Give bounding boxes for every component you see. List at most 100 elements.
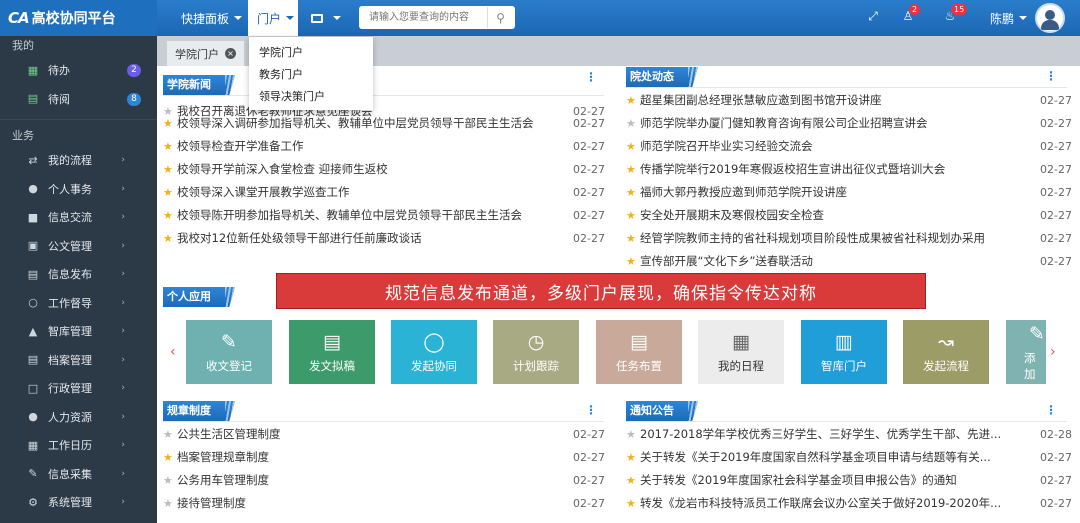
sidebar-item-info-publish[interactable]: ▤ 信息发布 › — [0, 260, 157, 289]
more-icon[interactable]: ⋮ — [1045, 69, 1057, 83]
archive-icon: ▤ — [27, 353, 39, 367]
sidebar-item-todo[interactable]: ▦ 待办 2 — [0, 56, 157, 85]
monitor-icon — [311, 13, 323, 23]
list-item[interactable]: ★ 校领导开学前深入食堂检查 迎接师生返校 02-27 — [163, 158, 605, 180]
close-icon[interactable]: × — [225, 48, 236, 59]
sidebar-item-think-tank[interactable]: ▲ 智库管理 › — [0, 317, 157, 346]
chat-bubble-icon: ◯ — [423, 331, 445, 353]
tasks-icon[interactable]: ♙ 2 — [900, 4, 921, 25]
sidebar-item-supervision[interactable]: ○ 工作督导 › — [0, 289, 157, 318]
quick-panel-menu[interactable]: 快捷面板 — [181, 0, 243, 36]
list-item[interactable]: ★ 校领导陈开明参加指导机关、教辅单位中层党员领导干部民主生活会 02-27 — [163, 204, 605, 226]
caret-down-icon — [333, 16, 341, 20]
item-date: 02-27 — [573, 496, 605, 510]
monitor-menu[interactable] — [311, 0, 341, 36]
list-item[interactable]: ★ 我校对12位新任处级领导干部进行任前廉政谈话 02-27 — [163, 227, 605, 249]
carousel-prev-icon[interactable]: ‹ — [170, 344, 176, 360]
item-title: 关于转发《2019年度国家社会科学基金项目申报公告》的通知 — [640, 473, 957, 487]
dropdown-item-college-portal[interactable]: 学院门户 — [249, 42, 373, 64]
list-item[interactable]: ★ 接待管理制度 02-27 — [163, 492, 605, 514]
list-item[interactable]: ★ 公务用车管理制度 02-27 — [163, 469, 605, 491]
list-item[interactable]: ★ 档案管理规章制度 02-27 — [163, 446, 605, 468]
sidebar-item-hr[interactable]: ● 人力资源 › — [0, 403, 157, 432]
sidebar-item-system[interactable]: ⚙ 系统管理 › — [0, 488, 157, 517]
app-tile-receive-register[interactable]: ✎ 收文登记 — [186, 320, 272, 384]
list-item[interactable]: ★ 转发《龙岩市科技特派员工作联席会议办公室关于做好2019-2020年... 02… — [626, 492, 1072, 514]
star-icon: ★ — [626, 473, 636, 487]
sidebar-item-archive[interactable]: ▤ 档案管理 › — [0, 346, 157, 375]
star-icon: ★ — [163, 231, 173, 245]
list-item[interactable]: ★ 关于转发《2019年度国家社会科学基金项目申报公告》的通知 02-27 — [626, 469, 1072, 491]
star-icon: ★ — [626, 427, 636, 441]
sidebar-item-calendar[interactable]: ▦ 工作日历 › — [0, 431, 157, 460]
sidebar-item-toread[interactable]: ▤ 待阅 8 — [0, 85, 157, 114]
star-icon: ★ — [163, 208, 173, 222]
list-item[interactable]: ★ 校领导深入课堂开展教学巡查工作 02-27 — [163, 181, 605, 203]
item-title: 转发《龙岩市科技特派员工作联席会议办公室关于做好2019-2020年... — [640, 496, 1002, 510]
app-tile-think-tank-portal[interactable]: ▥ 智库门户 — [801, 320, 887, 384]
list-item[interactable]: ★ 关于转发《关于2019年度国家自然科学基金项目申请与结题等有关... 02-27 — [626, 446, 1072, 468]
app-tile-my-schedule[interactable]: ▦ 我的日程 — [698, 320, 784, 384]
search-button[interactable]: ⚲ — [487, 7, 513, 28]
carousel-next-icon[interactable]: › — [1050, 344, 1056, 360]
item-title: 传播学院举行2019年寒假返校招生宣讲出征仪式暨培训大会 — [640, 162, 946, 176]
dropdown-item-academic-portal[interactable]: 教务门户 — [249, 64, 373, 86]
list-item[interactable]: ★ 超星集团副总经理张慧敏应邀到图书馆开设讲座 02-27 — [626, 89, 1072, 111]
dropdown-item-leadership-portal[interactable]: 领导决策门户 — [249, 86, 373, 108]
top-bar: CA 高校协同平台 快捷面板 门户 ⚲ ⤢ ♙2 ♨15 陈鹏 — [0, 0, 1080, 36]
list-item[interactable]: ★ 传播学院举行2019年寒假返校招生宣讲出征仪式暨培训大会 02-27 — [626, 158, 1072, 180]
star-icon: ★ — [626, 496, 636, 510]
more-icon[interactable]: ⋮ — [1045, 403, 1057, 417]
list-item[interactable]: ★ 师范学院召开毕业实习经验交流会 02-27 — [626, 135, 1072, 157]
star-icon: ★ — [626, 185, 636, 199]
list-item[interactable]: ★ 经管学院教师主持的省社科规划项目阶段性成果被省社科规划办采用 02-27 — [626, 227, 1072, 249]
user-menu[interactable]: 陈鹏 — [990, 0, 1028, 36]
chevron-right-icon: › — [121, 440, 125, 450]
list-item[interactable]: ★ 师范学院举办厦门健知教育咨询有限公司企业招聘宣讲会 02-27 — [626, 112, 1072, 134]
avatar[interactable] — [1035, 3, 1065, 33]
notices-panel: 通知公告 ⋮ ★ 2017-2018学年学校优秀三好学生、三好学生、优秀学生干部、… — [620, 396, 1075, 523]
brand-name: 高校协同平台 — [31, 11, 116, 27]
chevron-right-icon: › — [121, 269, 125, 279]
list-item[interactable]: ★ 公共生活区管理制度 02-27 — [163, 423, 605, 445]
sidebar-item-administration[interactable]: □ 行政管理 › — [0, 374, 157, 403]
more-icon[interactable]: ⋮ — [585, 70, 597, 84]
search-input[interactable] — [359, 7, 487, 28]
more-icon[interactable]: ⋮ — [585, 403, 597, 417]
sidebar-item-personal-affairs[interactable]: ● 个人事务 › — [0, 175, 157, 204]
app-tile-assign-task[interactable]: ▤ 任务布置 — [596, 320, 682, 384]
sidebar-item-info-exchange[interactable]: ■ 信息交流 › — [0, 203, 157, 232]
sidebar: 我的 ▦ 待办 2 ▤ 待阅 8 业务 ⇄ 我的流程 › ● 个人事务 › ■ 信息交流 ›… — [0, 36, 157, 523]
app-tile-draft-document[interactable]: ▤ 发文拟稿 — [289, 320, 375, 384]
promo-banner: 规范信息发布通道，多级门户展现，确保指令传达对称 — [276, 273, 926, 309]
app-tile-start-process[interactable]: ↝ 发起流程 — [903, 320, 989, 384]
sidebar-item-my-process[interactable]: ⇄ 我的流程 › — [0, 146, 157, 175]
sidebar-item-info-collect[interactable]: ✎ 信息采集 › — [0, 460, 157, 489]
star-icon: ★ — [163, 139, 173, 153]
list-item[interactable]: ★ 校领导检查开学准备工作 02-27 — [163, 135, 605, 157]
portal-menu[interactable]: 门户 — [248, 0, 298, 36]
item-date: 02-27 — [573, 116, 605, 130]
list-item[interactable]: ★ 宣传部开展“文化下乡”送春联活动 02-27 — [626, 250, 1072, 272]
graduation-icon: ▲ — [28, 324, 38, 338]
list-item[interactable]: ★ 福师大郭丹教授应邀到师范学院开设讲座 02-27 — [626, 181, 1072, 203]
bell-icon[interactable]: ♨ 15 — [942, 4, 968, 25]
app-label: 发文拟稿 — [309, 359, 355, 373]
app-tile-start-collaboration[interactable]: ◯ 发起协同 — [391, 320, 477, 384]
tab-college-portal[interactable]: 学院门户 × — [167, 41, 244, 66]
fullscreen-icon[interactable]: ⤢ — [865, 9, 881, 25]
app-tile-plan-tracking[interactable]: ◷ 计划跟踪 — [493, 320, 579, 384]
star-icon: ★ — [626, 116, 636, 130]
star-icon: ★ — [626, 93, 636, 107]
college-news-panel: 学院新闻 ⋮ ★ 我校召开离退休老教师征求意见座谈会 02-27 ★ 校领导深入调研参… — [157, 66, 612, 256]
app-tile-add[interactable]: ✎ 添加 — [1006, 320, 1046, 384]
list-item[interactable]: ★ 校领导深入调研参加指导机关、教辅单位中层党员领导干部民主生活会 02-27 — [163, 112, 605, 134]
list-item[interactable]: ★ 2017-2018学年学校优秀三好学生、三好学生、优秀学生干部、先进... 02… — [626, 423, 1072, 445]
sidebar-item-document-mgmt[interactable]: ▣ 公文管理 › — [0, 232, 157, 261]
list-item[interactable]: ★ 安全处开展期末及寒假校园安全检查 02-27 — [626, 204, 1072, 226]
sidebar-item-label: 智库管理 — [48, 325, 92, 339]
chevron-right-icon: › — [121, 497, 125, 507]
add-icon: ✎ — [1029, 323, 1045, 345]
brand[interactable]: CA 高校协同平台 — [0, 0, 157, 36]
user-name: 陈鹏 — [990, 11, 1015, 26]
